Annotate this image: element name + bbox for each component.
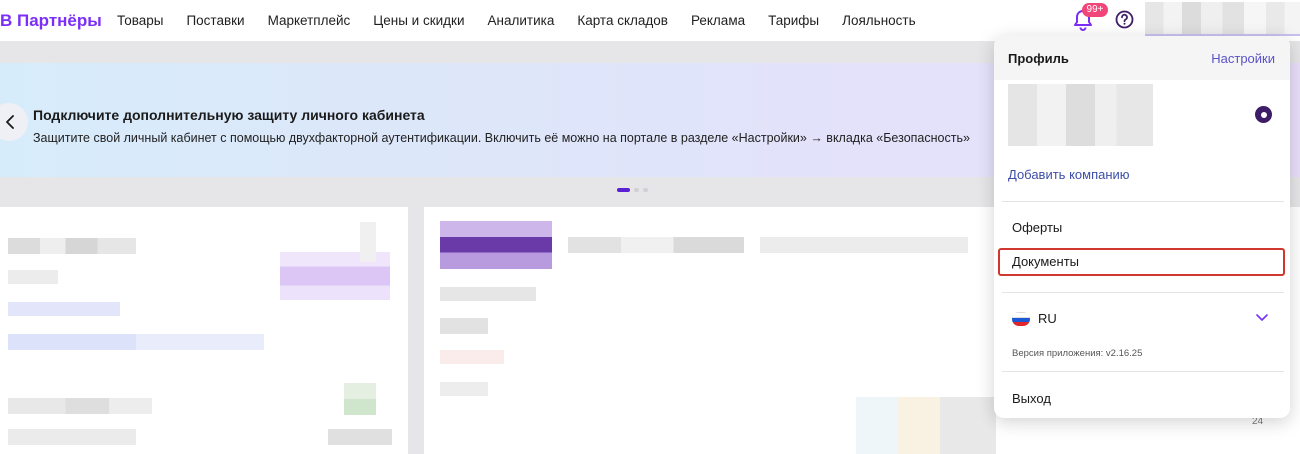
nav-item-tariffs[interactable]: Тарифы: [768, 13, 819, 28]
blurred-content: [760, 237, 968, 253]
nav-item-loyalty[interactable]: Лояльность: [842, 13, 916, 28]
logout-item[interactable]: Выход: [998, 385, 1285, 413]
language-selector[interactable]: RU: [1012, 311, 1057, 326]
company-radio-selected[interactable]: [1255, 106, 1272, 123]
blurred-content: [440, 382, 488, 396]
language-label: RU: [1038, 311, 1057, 326]
carousel-dot[interactable]: [634, 188, 639, 192]
settings-link[interactable]: Настройки: [1211, 51, 1275, 66]
dropdown-title: Профиль: [1008, 51, 1069, 66]
summary-card: [0, 207, 408, 454]
blurred-content: [440, 350, 504, 364]
carousel-dots: [617, 188, 648, 192]
nav-item-prices[interactable]: Цены и скидки: [373, 13, 464, 28]
blurred-content: [440, 221, 552, 269]
blurred-content: [360, 222, 376, 262]
blurred-content: [344, 383, 376, 415]
nav-item-warehouse-map[interactable]: Карта складов: [577, 13, 668, 28]
blurred-content: [8, 270, 58, 284]
carousel-dot[interactable]: [643, 188, 648, 192]
blurred-content: [568, 237, 744, 253]
nav-item-analytics[interactable]: Аналитика: [488, 13, 555, 28]
app-version: Версия приложения: v2.16.25: [1012, 348, 1143, 359]
nav-item-ads[interactable]: Реклама: [691, 13, 745, 28]
blurred-content: [8, 429, 136, 445]
banner-text: Защитите свой личный кабинет с помощью д…: [33, 131, 970, 145]
notification-badge: 99+: [1082, 3, 1108, 17]
nav-item-supplies[interactable]: Поставки: [186, 13, 244, 28]
company-info[interactable]: [1008, 84, 1153, 146]
blurred-content: [8, 334, 264, 350]
divider: [1002, 292, 1284, 293]
blurred-content: [856, 397, 996, 454]
help-icon[interactable]: [1115, 10, 1134, 29]
blurred-content: [8, 398, 152, 414]
add-company-link[interactable]: Добавить компанию: [1008, 167, 1130, 182]
nav-item-products[interactable]: Товары: [117, 13, 163, 28]
blurred-content: [328, 429, 392, 445]
divider: [1002, 371, 1284, 372]
russia-flag-icon: [1012, 311, 1030, 326]
account-switcher[interactable]: [1145, 2, 1300, 36]
menu-item-offers[interactable]: Оферты: [998, 214, 1285, 242]
menu-item-documents[interactable]: Документы: [998, 248, 1285, 276]
blurred-content: [8, 238, 136, 254]
chevron-left-icon: [6, 115, 14, 129]
main-nav: Товары Поставки Маркетплейс Цены и скидк…: [117, 13, 916, 28]
chevron-down-icon[interactable]: [1256, 314, 1268, 322]
profile-dropdown: Профиль Настройки Добавить компанию Офер…: [994, 36, 1290, 418]
blurred-content: [440, 287, 536, 301]
blurred-content: [440, 318, 488, 334]
banner-title: Подключите дополнительную защиту личного…: [33, 107, 425, 123]
dropdown-header: Профиль Настройки: [994, 36, 1290, 80]
nav-item-marketplace[interactable]: Маркетплейс: [268, 13, 351, 28]
logo[interactable]: В Партнёры: [0, 11, 102, 31]
carousel-dot[interactable]: [617, 188, 630, 192]
blurred-content: [8, 302, 120, 316]
divider: [1002, 201, 1284, 202]
